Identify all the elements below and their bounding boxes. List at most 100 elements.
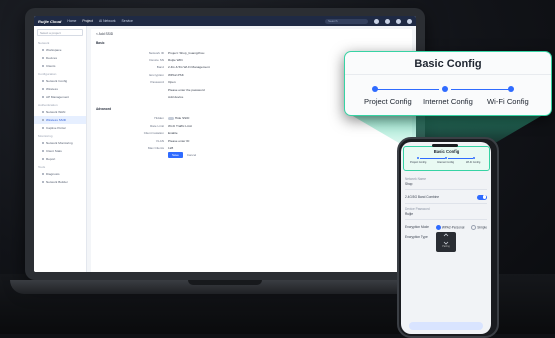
- sidebar-item-wireless-ssid[interactable]: Wireless SSID: [34, 116, 86, 124]
- sidebar-item-network-wan[interactable]: Network WAN: [34, 108, 86, 116]
- sidebar-item-clients[interactable]: Clients: [34, 62, 86, 70]
- dot-icon: [42, 88, 44, 90]
- message-icon[interactable]: [374, 18, 379, 24]
- callout-divider: [345, 74, 551, 75]
- dot-icon: [42, 181, 44, 183]
- sidebar-item-label: Report: [46, 157, 56, 161]
- field-value[interactable]: 128: [168, 146, 173, 150]
- field-value[interactable]: Please enter ID: [168, 139, 189, 143]
- sidebar-item-label: Network Builder: [46, 180, 68, 184]
- radio-checked-icon: [435, 224, 441, 230]
- sidebar-item-label: Devices: [46, 56, 58, 60]
- dot-icon: [42, 173, 44, 175]
- sidebar-item-workspace[interactable]: Workspace: [34, 46, 86, 54]
- breadcrumb[interactable]: < Add SSID: [96, 32, 407, 36]
- sidebar-item-label: AP Management: [46, 95, 69, 99]
- step-label-wifi: Wi-Fi Config: [487, 97, 529, 106]
- sidebar-item-label: Wireless: [46, 87, 58, 91]
- phone-field-label: Device Password: [405, 207, 430, 211]
- divider: [405, 219, 487, 220]
- step-connector: [375, 88, 439, 90]
- step-connector: [420, 158, 445, 159]
- encryption-mode-row: Encryption Mode WPA2-Personal Simple: [405, 224, 487, 230]
- sidebar-item-network-builder[interactable]: Network Builder: [34, 178, 86, 186]
- field-value[interactable]: Ruijie WiFi: [168, 58, 183, 62]
- encryption-option-wpa2[interactable]: WPA2-Personal: [435, 224, 464, 230]
- sidebar-item-diagnosis[interactable]: Diagnosis: [34, 170, 86, 178]
- sidebar-item-network-config[interactable]: Network Config: [34, 77, 86, 85]
- phone-field-label: Network Name: [405, 177, 427, 181]
- divider: [405, 202, 487, 203]
- nav-project[interactable]: Project: [82, 19, 93, 23]
- field-value[interactable]: Wi-Fi Traffic Limit: [168, 124, 192, 128]
- dot-icon: [42, 119, 44, 121]
- field-value[interactable]: WPA2-PSK: [168, 73, 184, 77]
- field-value[interactable]: Enable: [168, 131, 178, 135]
- device-password-input[interactable]: Ruijie: [405, 212, 487, 216]
- laptop-notch: [188, 280, 262, 285]
- dot-icon: [42, 80, 44, 82]
- sidebar: Select a project Network Workspace Devic…: [34, 26, 87, 272]
- sidebar-item-wireless[interactable]: Wireless: [34, 85, 86, 93]
- phone-dynamic-island: [432, 144, 458, 147]
- field-value[interactable]: Open: [168, 80, 176, 84]
- phone-form: Network Name Shop 2.4G/5G Band Combine D…: [405, 173, 487, 239]
- phone-step-header: Basic Config Project Config Internet Con…: [403, 146, 490, 171]
- field-label: Network ID: [148, 50, 164, 55]
- cancel-button[interactable]: Cancel: [183, 152, 200, 158]
- search-input[interactable]: Search: [325, 18, 368, 24]
- nav-service[interactable]: Service: [122, 19, 133, 23]
- step-label-project: Project Config: [364, 97, 412, 106]
- phone-step-label: Wi-Fi Config: [466, 161, 481, 164]
- phone-title: Basic Config: [433, 149, 460, 154]
- sidebar-group-monitoring: Monitoring: [38, 134, 53, 138]
- sidebar-item-label: Network Config: [46, 79, 68, 83]
- nav-home[interactable]: Home: [67, 19, 76, 23]
- hidden-toggle[interactable]: [168, 116, 174, 120]
- dot-icon: [42, 49, 44, 51]
- pairing-label: Pairing: [442, 245, 450, 248]
- field-value: Hide SSID: [174, 116, 190, 121]
- dot-icon: [42, 158, 44, 160]
- sidebar-item-label: Client Stats: [46, 149, 62, 153]
- sidebar-item-ap-management[interactable]: AP Management: [34, 93, 86, 101]
- section-basic-title: Basic: [96, 41, 105, 45]
- band-combine-toggle[interactable]: [477, 194, 487, 200]
- dot-icon: [42, 127, 44, 129]
- encryption-option-simple[interactable]: Simple: [471, 224, 487, 230]
- field-value[interactable]: Project: Shop_Guangzhou: [168, 51, 204, 55]
- phone-next-button[interactable]: [409, 322, 483, 330]
- field-label: Rate Limit: [150, 123, 164, 128]
- brand-logo: Ruijie Cloud: [38, 18, 62, 24]
- sidebar-item-label: Network Monitoring: [46, 141, 73, 145]
- field-label: Encryption: [149, 72, 164, 77]
- field-label: Band: [156, 65, 164, 70]
- sidebar-item-devices[interactable]: Devices: [34, 54, 86, 62]
- sidebar-item-report[interactable]: Report: [34, 155, 86, 163]
- sidebar-item-client-stats[interactable]: Client Stats: [34, 147, 86, 155]
- field-label: Max Clients: [147, 145, 164, 150]
- dot-icon: [42, 111, 44, 113]
- avatar[interactable]: [407, 18, 412, 24]
- bell-icon[interactable]: [385, 18, 390, 24]
- option-label: Simple: [477, 224, 487, 229]
- sidebar-item-captive-portal[interactable]: Captive Portal: [34, 124, 86, 132]
- dot-icon: [42, 57, 44, 59]
- dot-icon: [42, 142, 44, 144]
- help-icon[interactable]: [396, 18, 401, 24]
- phone-field-label: Encryption Type: [405, 234, 428, 239]
- sidebar-group-authentication: Authentication: [38, 103, 58, 107]
- nav-ai-network[interactable]: AI Network: [99, 19, 116, 23]
- sidebar-item-label: Wireless SSID: [46, 118, 66, 122]
- phone-step-label: Project Config: [410, 161, 427, 164]
- field-label: VLAN: [155, 138, 164, 143]
- field-label: Client Isolation: [143, 131, 164, 136]
- step-connector: [451, 88, 511, 90]
- pairing-card[interactable]: [436, 232, 456, 252]
- add-device-link[interactable]: Add device: [168, 95, 183, 99]
- network-name-input[interactable]: Shop: [405, 182, 487, 186]
- save-button[interactable]: Save: [168, 152, 183, 159]
- sidebar-item-network-monitoring[interactable]: Network Monitoring: [34, 139, 86, 147]
- project-select[interactable]: Select a project: [37, 29, 83, 36]
- field-value[interactable]: 2.4G & 5G Wi-Fi Management: [168, 65, 210, 69]
